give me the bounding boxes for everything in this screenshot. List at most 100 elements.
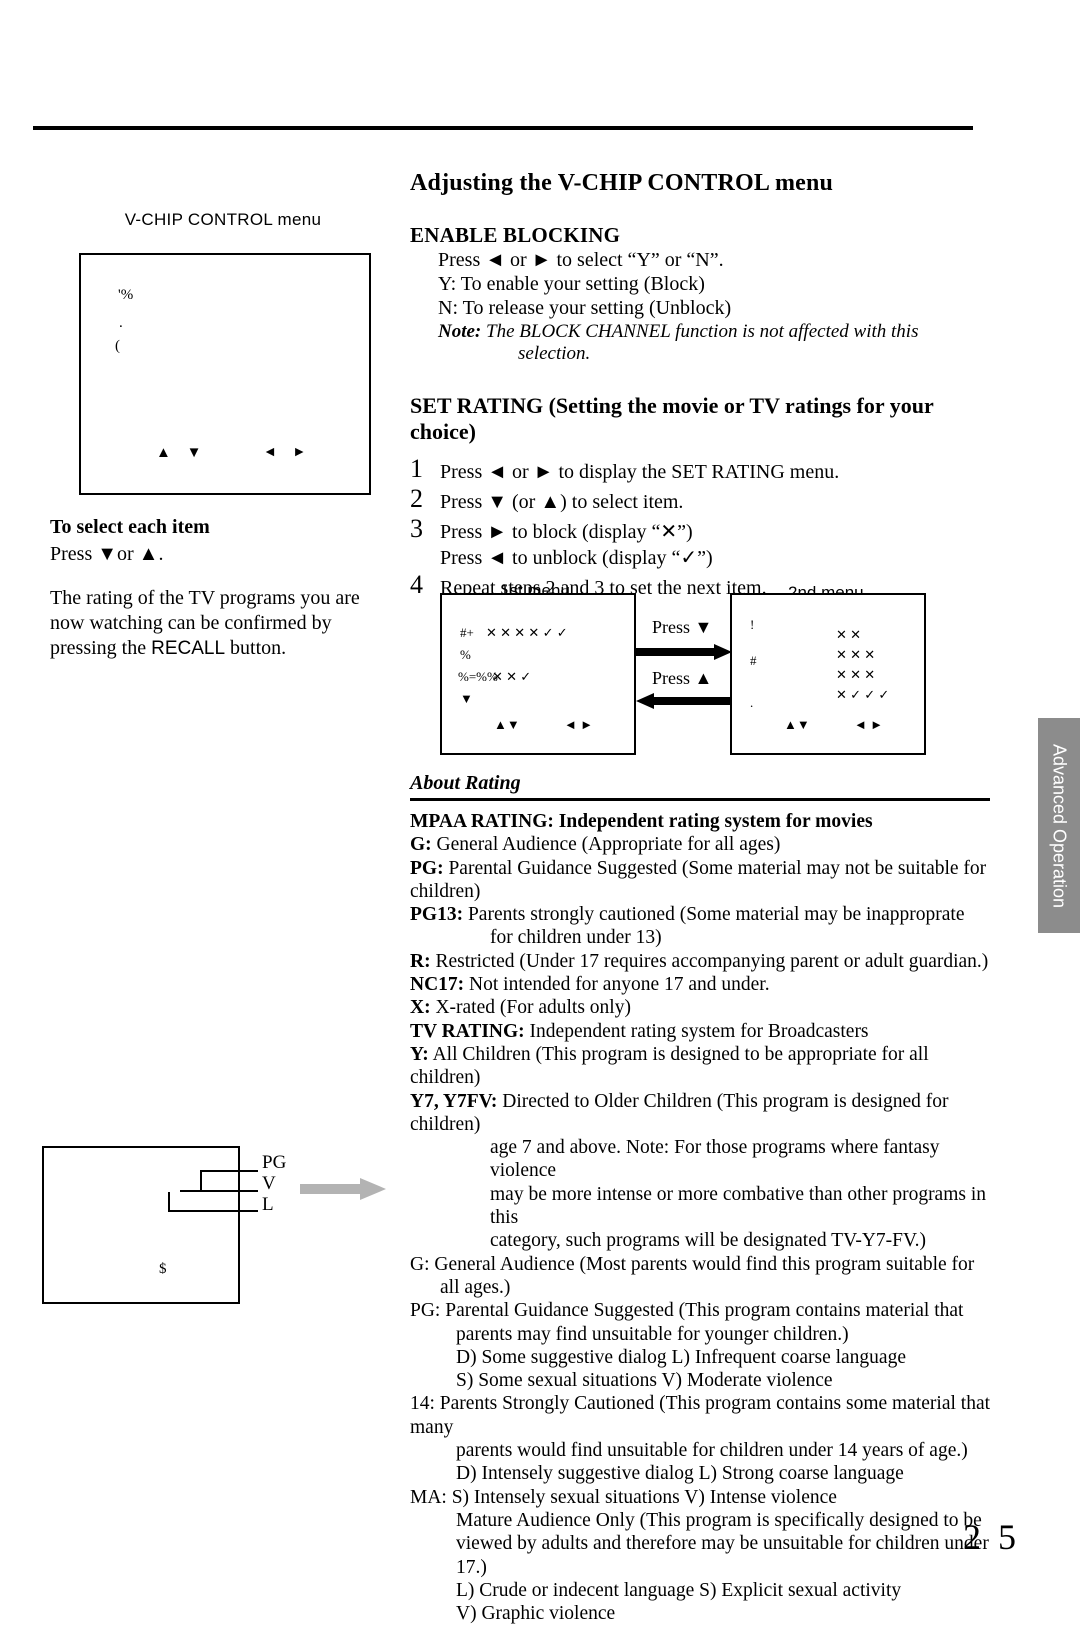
rating-item: TV RATING: Independent rating system for… bbox=[410, 1020, 990, 1043]
rating-desc: General Audience (Appropriate for all ag… bbox=[431, 834, 781, 856]
recall-paragraph-end: button. bbox=[225, 637, 287, 659]
rating-desc: Restricted (Under 17 requires accompanyi… bbox=[430, 950, 989, 972]
m2-glyph-1: ! bbox=[750, 617, 755, 632]
step-1-number: 1 bbox=[410, 454, 423, 483]
rating-item: category, such programs will be designat… bbox=[490, 1230, 926, 1252]
left-column: V-CHIP CONTROL menu '% . ( ▲ ▼ ◄ ► To se… bbox=[50, 210, 395, 659]
m2-glyph-2: # bbox=[750, 653, 757, 668]
rating-term: PG13: bbox=[410, 904, 464, 926]
rating-definitions-list: MPAA RATING: Independent rating system f… bbox=[410, 810, 990, 1625]
rating-item: D) Some suggestive dialog L) Infrequent … bbox=[456, 1346, 906, 1368]
leader-line-l bbox=[168, 1210, 258, 1212]
rating-desc: X-rated (For adults only) bbox=[430, 997, 631, 1019]
rating-term: Y7, Y7FV: bbox=[410, 1090, 498, 1112]
enable-blocking-note: Note: The BLOCK CHANNEL function is not … bbox=[438, 320, 990, 343]
rating-desc: Parents strongly cautioned (Some materia… bbox=[463, 904, 965, 926]
rating-item: NC17: Not intended for anyone 17 and und… bbox=[410, 973, 990, 996]
rating-term: PG: bbox=[410, 857, 444, 879]
rating-item: MPAA RATING: Independent rating system f… bbox=[410, 811, 873, 832]
leader-line-pg bbox=[200, 1170, 258, 1172]
rating-label-pg: PG bbox=[262, 1152, 287, 1173]
rating-term: R: bbox=[410, 950, 431, 972]
section-tab-advanced-operation: Advanced Operation bbox=[1038, 718, 1080, 933]
rating-term: TV RATING: bbox=[410, 1020, 525, 1042]
m2-updown-arrows: ▲▼ bbox=[784, 717, 810, 732]
rating-label-group: PG V L bbox=[262, 1152, 286, 1215]
rating-item: PG: Parental Guidance Suggested (Some ma… bbox=[410, 857, 990, 904]
rating-item: PG: Parental Guidance Suggested (This pr… bbox=[410, 1300, 964, 1322]
step-4-number: 4 bbox=[410, 570, 423, 599]
rating-item: viewed by adults and therefore may be un… bbox=[456, 1533, 989, 1578]
section-tab-label: Advanced Operation bbox=[1049, 743, 1070, 908]
rating-desc: Parental Guidance Suggested (Some materi… bbox=[410, 857, 987, 902]
rating-item: V) Graphic violence bbox=[456, 1603, 616, 1625]
screen-leftright-arrows: ◄ ► bbox=[263, 445, 313, 460]
step-2-text: Press ▼ (or ▲) to select item. bbox=[440, 491, 684, 513]
second-menu-illustration: ! # . ✕ ✕ ✕ ✕ ✕ ✕ ✕ ✕ ✕ ✓ ✓ ✓ ▲▼ ◄ ► bbox=[730, 593, 926, 755]
rating-item: R: Restricted (Under 17 requires accompa… bbox=[410, 950, 990, 973]
note-text: The BLOCK CHANNEL function is not affect… bbox=[486, 321, 919, 342]
enable-blocking-line-2: Y: To enable your setting (Block) bbox=[438, 273, 705, 295]
gray-arrow-icon bbox=[300, 1178, 386, 1200]
m1-marks-row-1: ✕ ✕ ✕ ✕ ✓ ✓ bbox=[486, 625, 568, 640]
rating-item: Mature Audience Only (This program is sp… bbox=[456, 1509, 982, 1531]
leader-line-v bbox=[180, 1190, 258, 1192]
rating-item: 14: Parents Strongly Cautioned (This pro… bbox=[410, 1393, 991, 1438]
step-2-number: 2 bbox=[410, 484, 423, 513]
step-3-number: 3 bbox=[410, 514, 423, 543]
step-3-text-2: Press ◄ to unblock (display “✓”) bbox=[440, 547, 713, 569]
step-1-text: Press ◄ or ► to display the SET RATING m… bbox=[440, 461, 840, 483]
press-down-label: Press ▼ bbox=[652, 617, 713, 637]
rating-item: L) Crude or indecent language S) Explici… bbox=[456, 1579, 902, 1601]
rating-label-l: L bbox=[262, 1194, 274, 1215]
document-page: V-CHIP CONTROL menu '% . ( ▲ ▼ ◄ ► To se… bbox=[0, 0, 1080, 1624]
m2-marks-4: ✕ ✓ ✓ ✓ bbox=[836, 687, 890, 702]
rating-item: Y7, Y7FV: Directed to Older Children (Th… bbox=[410, 1090, 990, 1137]
rating-term: G: bbox=[410, 834, 432, 856]
m1-glyph-2: % bbox=[460, 647, 471, 662]
page-title: Adjusting the V-CHIP CONTROL menu bbox=[410, 170, 834, 196]
rating-term: NC17: bbox=[410, 974, 465, 996]
rating-desc: Independent rating system for Broadcaste… bbox=[524, 1020, 869, 1042]
rating-term: Y: bbox=[410, 1043, 429, 1065]
m1-marks-row-2: ✕ ✕ ✓ bbox=[492, 669, 532, 684]
page-number: 2 5 bbox=[963, 1517, 1020, 1557]
vchip-menu-caption: V-CHIP CONTROL menu bbox=[124, 210, 322, 229]
set-rating-steps: 1 Press ◄ or ► to display the SET RATING… bbox=[410, 454, 990, 601]
rating-item: age 7 and above. Note: For those program… bbox=[490, 1137, 940, 1182]
recall-paragraph: The rating of the TV programs you are no… bbox=[50, 586, 380, 661]
about-rating-heading: About Rating bbox=[410, 772, 521, 794]
rating-item: D) Intensely suggestive dialog L) Strong… bbox=[456, 1463, 904, 1485]
rating-item: G: General Audience (Appropriate for all… bbox=[410, 833, 990, 856]
leader-line-vert-1 bbox=[200, 1170, 202, 1192]
step-3-text: Press ► to block (display “✕”) bbox=[440, 521, 693, 543]
rating-term: X: bbox=[410, 997, 431, 1019]
first-menu-illustration: #+ % %=%% ▼ ✕ ✕ ✕ ✕ ✓ ✓ ✕ ✕ ✓ ▲▼ ◄ ► bbox=[440, 593, 636, 755]
rating-item: G: General Audience (Most parents would … bbox=[410, 1253, 975, 1275]
m2-leftright-arrows: ◄ ► bbox=[854, 717, 883, 732]
rating-item: Y: All Children (This program is designe… bbox=[410, 1043, 990, 1090]
rating-item: may be more intense or more combative th… bbox=[490, 1183, 987, 1229]
m1-glyph-1: #+ bbox=[460, 625, 474, 640]
enable-blocking-heading: ENABLE BLOCKING bbox=[410, 223, 621, 247]
illustration-symbol: $ bbox=[159, 1261, 167, 1277]
rating-item: MA: S) Intensely sexual situations V) In… bbox=[410, 1486, 837, 1508]
screen-glyph-1: '% bbox=[118, 287, 134, 303]
rating-item: for children under 13) bbox=[490, 927, 662, 949]
rating-item: X: X-rated (For adults only) bbox=[410, 996, 990, 1019]
step-2: 2 Press ▼ (or ▲) to select item. bbox=[410, 484, 990, 515]
vchip-screen-illustration: '% . ( ▲ ▼ ◄ ► bbox=[79, 253, 371, 495]
note-label: Note: bbox=[438, 321, 482, 342]
rating-item: parents would find unsuitable for childr… bbox=[456, 1440, 968, 1462]
m1-leftright-arrows: ◄ ► bbox=[564, 717, 593, 732]
m2-marks-2: ✕ ✕ ✕ bbox=[836, 647, 876, 662]
arrow-left-icon bbox=[636, 693, 732, 709]
m1-updown-arrows: ▲▼ bbox=[494, 717, 520, 732]
about-rating-rule bbox=[410, 798, 990, 801]
header-rule bbox=[33, 126, 973, 130]
arrow-right-icon bbox=[636, 644, 732, 660]
m2-marks-1: ✕ ✕ bbox=[836, 627, 862, 642]
rating-item: parents may find unsuitable for younger … bbox=[456, 1323, 849, 1345]
recall-button-name: RECALL bbox=[151, 638, 226, 659]
enable-blocking-line-1: Press ◄ or ► to select “Y” or “N”. bbox=[438, 249, 724, 271]
